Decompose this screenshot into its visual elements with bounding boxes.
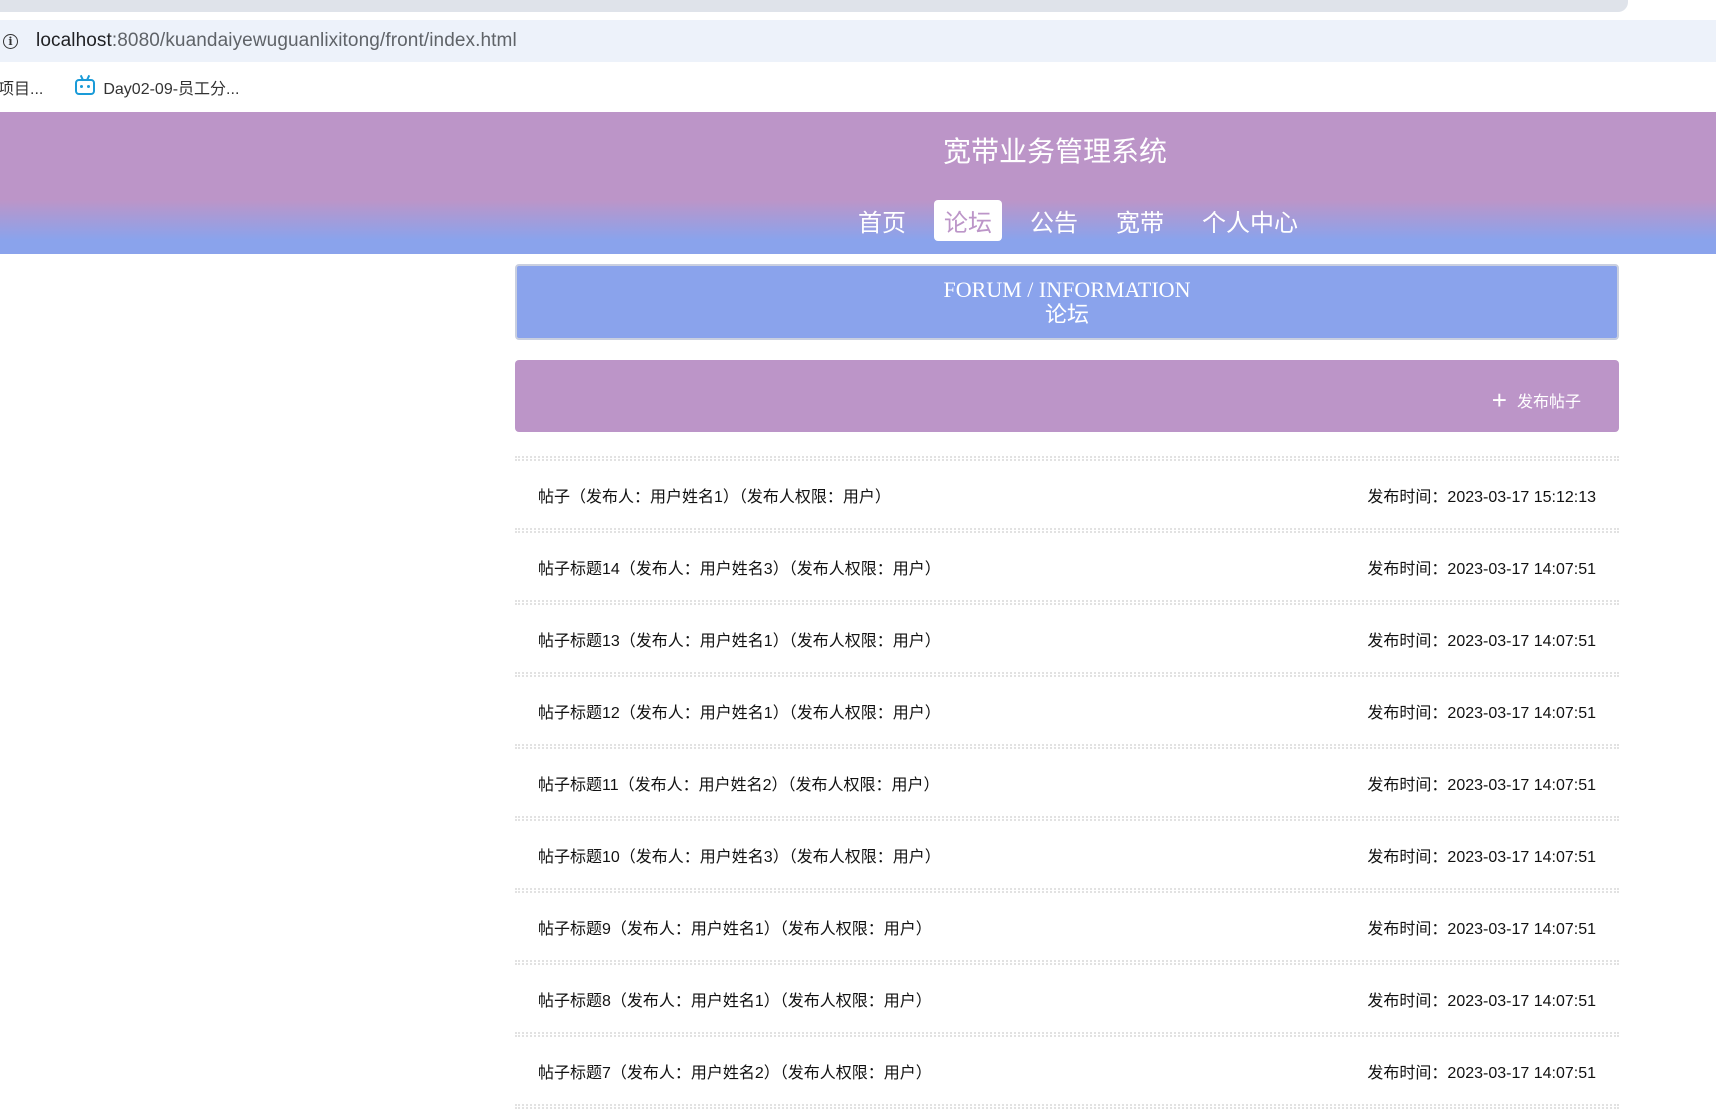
- forum-header-banner: FORUM / INFORMATION 论坛: [515, 264, 1619, 340]
- tab-strip-bar: [0, 0, 1628, 12]
- url-text[interactable]: localhost:8080/kuandaiyewuguanlixitong/f…: [36, 30, 517, 52]
- post-title: 帖子标题12（发布人：用户姓名1）（发布人权限：用户）: [538, 704, 941, 722]
- post-title: 帖子标题9（发布人：用户姓名1）（发布人权限：用户）: [538, 920, 932, 938]
- forum-content: FORUM / INFORMATION 论坛 + 发布帖子 帖子（发布人：用户姓…: [515, 264, 1619, 1109]
- post-list: 帖子（发布人：用户姓名1）（发布人权限：用户） 发布时间：2023-03-17 1…: [515, 456, 1619, 1109]
- add-post-label: 发布帖子: [1516, 394, 1581, 411]
- bookmark-item[interactable]: Day02-09-员工分...: [75, 74, 240, 99]
- post-time: 发布时间：2023-03-17 14:07:51: [1367, 848, 1596, 866]
- url-host: localhost: [36, 30, 112, 51]
- forum-header-cn: 论坛: [1044, 302, 1089, 327]
- site-title: 宽带业务管理系统: [942, 136, 1167, 167]
- post-row[interactable]: 帖子标题10（发布人：用户姓名3）（发布人权限：用户） 发布时间：2023-03-…: [515, 821, 1619, 888]
- post-time: 发布时间：2023-03-17 14:07:51: [1367, 1064, 1596, 1082]
- post-row[interactable]: 帖子（发布人：用户姓名1）（发布人权限：用户） 发布时间：2023-03-17 1…: [515, 461, 1619, 528]
- post-title: 帖子标题13（发布人：用户姓名1）（发布人权限：用户）: [538, 632, 941, 650]
- post-time: 发布时间：2023-03-17 14:07:51: [1367, 632, 1596, 650]
- post-row[interactable]: 帖子标题7（发布人：用户姓名2）（发布人权限：用户） 发布时间：2023-03-1…: [515, 1037, 1619, 1104]
- post-time: 发布时间：2023-03-17 15:12:13: [1367, 488, 1596, 506]
- post-row[interactable]: 帖子标题8（发布人：用户姓名1）（发布人权限：用户） 发布时间：2023-03-1…: [515, 965, 1619, 1032]
- post-time: 发布时间：2023-03-17 14:07:51: [1367, 776, 1596, 794]
- post-time: 发布时间：2023-03-17 14:07:51: [1367, 704, 1596, 722]
- post-title: 帖子（发布人：用户姓名1）（发布人权限：用户）: [538, 488, 891, 506]
- post-time: 发布时间：2023-03-17 14:07:51: [1367, 992, 1596, 1010]
- post-divider: [515, 1104, 1619, 1109]
- bookmarks-bar: 项目... Day02-09-员工分...: [0, 62, 1716, 112]
- nav-forum[interactable]: 论坛: [934, 200, 1002, 241]
- bookmark-label: Day02-09-员工分...: [103, 81, 240, 98]
- main-nav: 首页 论坛 公告 宽带 个人中心: [848, 200, 1326, 241]
- bookmark-item[interactable]: 项目...: [0, 75, 43, 99]
- site-header: 宽带业务管理系统 首页 论坛 公告 宽带 个人中心: [0, 112, 1716, 254]
- bilibili-tv-icon: [75, 74, 96, 95]
- post-time: 发布时间：2023-03-17 14:07:51: [1367, 920, 1596, 938]
- post-row[interactable]: 帖子标题11（发布人：用户姓名2）（发布人权限：用户） 发布时间：2023-03-…: [515, 749, 1619, 816]
- post-row[interactable]: 帖子标题13（发布人：用户姓名1）（发布人权限：用户） 发布时间：2023-03-…: [515, 605, 1619, 672]
- post-title: 帖子标题7（发布人：用户姓名2）（发布人权限：用户）: [538, 1064, 932, 1082]
- post-title: 帖子标题8（发布人：用户姓名1）（发布人权限：用户）: [538, 992, 932, 1010]
- post-row[interactable]: 帖子标题14（发布人：用户姓名3）（发布人权限：用户） 发布时间：2023-03-…: [515, 533, 1619, 600]
- forum-header-en: FORUM / INFORMATION: [943, 277, 1191, 302]
- post-title: 帖子标题14（发布人：用户姓名3）（发布人权限：用户）: [538, 560, 941, 578]
- nav-announcement[interactable]: 公告: [1020, 200, 1088, 241]
- plus-icon: +: [1491, 385, 1507, 415]
- nav-personal-center[interactable]: 个人中心: [1192, 200, 1308, 241]
- post-title: 帖子标题10（发布人：用户姓名3）（发布人权限：用户）: [538, 848, 941, 866]
- url-path: :8080/kuandaiyewuguanlixitong/front/inde…: [111, 30, 517, 51]
- post-row[interactable]: 帖子标题9（发布人：用户姓名1）（发布人权限：用户） 发布时间：2023-03-1…: [515, 893, 1619, 960]
- forum-action-bar: + 发布帖子: [515, 360, 1619, 432]
- site-info-icon[interactable]: i: [3, 33, 18, 49]
- address-bar[interactable]: i localhost:8080/kuandaiyewuguanlixitong…: [0, 20, 1716, 62]
- post-title: 帖子标题11（发布人：用户姓名2）（发布人权限：用户）: [538, 776, 940, 794]
- nav-home[interactable]: 首页: [848, 200, 916, 241]
- browser-tab-strip: [0, 0, 1716, 20]
- post-time: 发布时间：2023-03-17 14:07:51: [1367, 560, 1596, 578]
- add-post-button[interactable]: + 发布帖子: [1491, 385, 1581, 415]
- post-row[interactable]: 帖子标题12（发布人：用户姓名1）（发布人权限：用户） 发布时间：2023-03-…: [515, 677, 1619, 744]
- nav-broadband[interactable]: 宽带: [1106, 200, 1174, 241]
